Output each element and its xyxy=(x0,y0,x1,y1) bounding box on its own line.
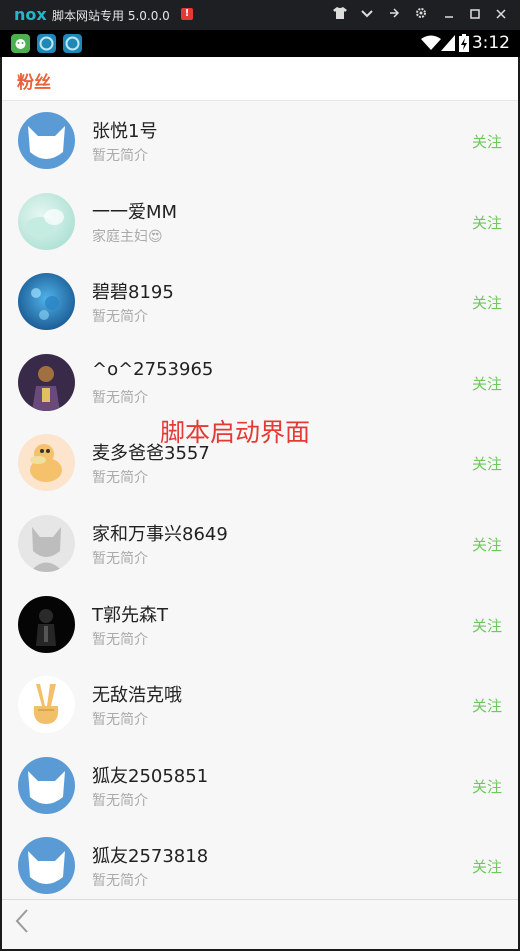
window-title: 脚本网站专用 5.0.0.0 xyxy=(52,9,170,23)
battery-icon xyxy=(459,34,469,56)
follower-bio: 家庭主妇😍 xyxy=(92,228,163,245)
follower-name: 狐友2505851 xyxy=(92,765,209,787)
follower-name: 张悦1号 xyxy=(92,121,158,142)
warning-badge[interactable]: ! xyxy=(181,8,193,20)
app-screen: 粉丝 张悦1号 暂无简介 关注 一一爱MM 家庭主妇😍 关注 碧碧8195 暂无… xyxy=(2,57,518,949)
page-title: 粉丝 xyxy=(17,73,51,93)
follower-name: 狐友2573818 xyxy=(92,846,209,868)
follower-row[interactable]: ^o^2753965 暂无简介 关注 xyxy=(2,343,518,424)
follower-row[interactable]: 狐友2505851 暂无简介 关注 xyxy=(2,746,518,827)
signal-icon xyxy=(441,35,455,55)
follower-bio: 暂无简介 xyxy=(92,712,148,729)
follower-bio: 暂无简介 xyxy=(92,309,148,326)
avatar[interactable] xyxy=(18,514,75,572)
follower-row[interactable]: T郭先森T 暂无简介 关注 xyxy=(2,585,518,666)
follow-button[interactable]: 关注 xyxy=(472,776,502,797)
follow-button[interactable]: 关注 xyxy=(472,373,502,394)
maximize-icon[interactable] xyxy=(466,6,484,24)
follow-button[interactable]: 关注 xyxy=(472,695,502,716)
follow-button[interactable]: 关注 xyxy=(472,453,502,474)
notification-app-icon xyxy=(63,34,82,53)
follower-name: ^o^2753965 xyxy=(92,358,214,380)
app-header: 粉丝 xyxy=(2,57,518,101)
follower-row[interactable]: 张悦1号 暂无简介 关注 xyxy=(2,101,518,182)
follower-name: 无敌浩克哦 xyxy=(92,685,182,707)
follower-row[interactable]: 狐友2573818 暂无简介 关注 xyxy=(2,826,518,907)
follower-bio: 暂无简介 xyxy=(92,550,148,567)
follower-name: 家和万事兴8649 xyxy=(92,523,228,545)
follow-button[interactable]: 关注 xyxy=(472,615,502,636)
nox-logo: nox xyxy=(14,5,47,24)
emulator-titlebar: nox 脚本网站专用 5.0.0.0 ! xyxy=(0,0,520,30)
follower-bio: 暂无简介 xyxy=(92,631,148,648)
avatar[interactable] xyxy=(18,112,75,169)
avatar[interactable] xyxy=(18,434,75,492)
follower-bio: 暂无简介 xyxy=(92,389,148,406)
script-overlay-text: 脚本启动界面 xyxy=(160,418,311,447)
avatar[interactable] xyxy=(18,837,75,895)
follow-button[interactable]: 关注 xyxy=(472,292,502,313)
gear-icon[interactable] xyxy=(412,6,430,24)
follower-name: 一一爱MM xyxy=(92,201,178,223)
follower-row[interactable]: 一一爱MM 家庭主妇😍 关注 xyxy=(2,182,518,263)
avatar[interactable] xyxy=(18,595,75,653)
follower-bio: 暂无简介 xyxy=(92,792,148,809)
avatar[interactable] xyxy=(18,676,75,734)
follow-button[interactable]: 关注 xyxy=(472,856,502,877)
follow-button[interactable]: 关注 xyxy=(472,534,502,555)
follower-name: T郭先森T xyxy=(92,604,168,626)
follower-bio: 暂无简介 xyxy=(92,148,148,164)
chevron-down-icon[interactable] xyxy=(358,6,376,24)
shirt-icon[interactable] xyxy=(331,6,349,24)
bottom-bar xyxy=(2,899,518,949)
follower-row[interactable]: 家和万事兴8649 暂无简介 关注 xyxy=(2,504,518,585)
follower-name: 碧碧8195 xyxy=(92,282,174,304)
wifi-icon xyxy=(421,35,441,55)
avatar[interactable] xyxy=(18,273,75,331)
follower-row[interactable]: 碧碧8195 暂无简介 关注 xyxy=(2,262,518,343)
follow-button[interactable]: 关注 xyxy=(472,131,502,152)
back-icon[interactable] xyxy=(14,908,30,941)
android-app-icon xyxy=(11,34,30,53)
avatar[interactable] xyxy=(18,353,75,411)
follower-row[interactable]: 无敌浩克哦 暂无简介 关注 xyxy=(2,665,518,746)
status-time: 3:12 xyxy=(471,33,510,53)
pin-icon[interactable] xyxy=(385,6,403,24)
minimize-icon[interactable] xyxy=(440,6,458,24)
follow-button[interactable]: 关注 xyxy=(472,212,502,233)
follower-bio: 暂无简介 xyxy=(92,873,148,890)
avatar[interactable] xyxy=(18,192,75,250)
follower-bio: 暂无简介 xyxy=(92,470,148,487)
followers-list[interactable]: 张悦1号 暂无简介 关注 一一爱MM 家庭主妇😍 关注 碧碧8195 暂无简介 … xyxy=(2,101,518,907)
notification-app-icon xyxy=(37,34,56,53)
avatar[interactable] xyxy=(18,756,75,814)
close-icon[interactable] xyxy=(492,6,510,24)
android-status-bar: 3:12 xyxy=(0,30,520,57)
